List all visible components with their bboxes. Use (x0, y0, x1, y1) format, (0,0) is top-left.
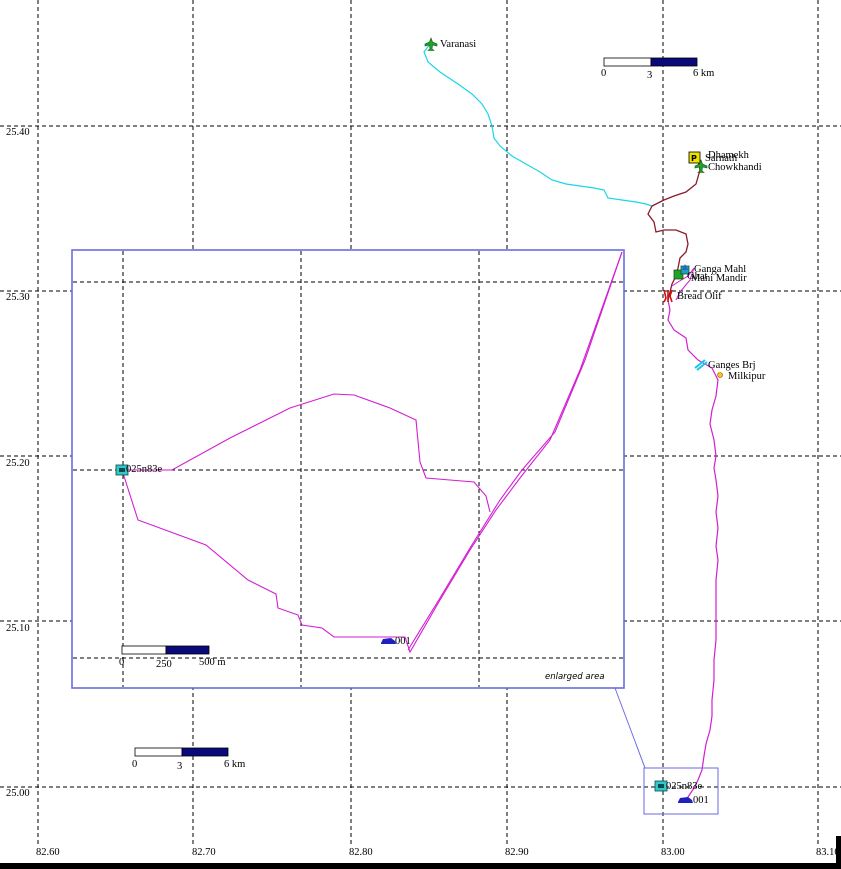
lon-label: 82.70 (192, 847, 216, 858)
inset-connector (614, 687, 646, 769)
place-bread-olif[interactable]: Bread Olif (663, 289, 722, 303)
svg-text:3: 3 (647, 70, 652, 81)
svg-text:P: P (691, 154, 697, 163)
lat-label: 25.10 (6, 623, 30, 634)
place-label: Varanasi (440, 39, 476, 50)
inset-enlarged-area[interactable]: 025n83e 001 0 250 500 m enlarged area (71, 249, 625, 689)
place-label: Bread Olif (677, 291, 722, 302)
svg-text:250: 250 (156, 659, 172, 670)
vehicle-001[interactable]: 001 (678, 795, 709, 806)
map-canvas[interactable]: 25.40 25.30 25.20 25.10 25.00 82.60 82.7… (0, 0, 841, 869)
place-label: 001 (693, 795, 709, 806)
inset-waypoint[interactable]: 025n83e (115, 464, 163, 476)
place-ganga-mahl[interactable]: Ganga Mahl Ghat Mani Mandir (673, 264, 747, 284)
place-label: Milkipur (728, 371, 766, 382)
car-icon (678, 797, 693, 803)
svg-text:0: 0 (601, 68, 606, 79)
place-label: Mani Mandir (691, 273, 747, 284)
svg-text:500 m: 500 m (199, 657, 226, 668)
lon-label: 82.80 (349, 847, 373, 858)
svg-text:0: 0 (132, 759, 137, 770)
svg-text:6 km: 6 km (224, 759, 245, 770)
lat-label: 25.20 (6, 458, 30, 469)
lon-label: 82.90 (505, 847, 529, 858)
map-view[interactable]: 25.40 25.30 25.20 25.10 25.00 82.60 82.7… (0, 0, 841, 869)
lat-label: 25.30 (6, 292, 30, 303)
scale-bar-main: 0 3 6 km (132, 747, 245, 772)
place-label: 025n83e (126, 464, 163, 475)
lon-label: 82.60 (36, 847, 60, 858)
scale-bar-top: 0 3 6 km (601, 57, 714, 81)
place-label: Chowkhandi (708, 162, 762, 173)
longitude-labels: 82.60 82.70 82.80 82.90 83.00 83.10 (36, 847, 840, 858)
svg-text:3: 3 (177, 761, 182, 772)
place-label: 001 (395, 636, 411, 647)
latitude-labels: 25.40 25.30 25.20 25.10 25.00 (6, 127, 30, 799)
place-varanasi[interactable]: Varanasi (424, 37, 476, 51)
place-ganges-bridge[interactable]: Ganges Brj (694, 359, 756, 371)
gps-track (667, 299, 719, 801)
river-line (423, 43, 653, 207)
lon-label: 83.00 (661, 847, 685, 858)
village-dot-icon (717, 372, 723, 378)
svg-text:6 km: 6 km (693, 68, 714, 79)
lat-label: 25.40 (6, 127, 30, 138)
svg-text:0: 0 (119, 657, 124, 668)
bottom-status-strip (0, 863, 841, 869)
place-milkipur[interactable]: Milkipur (717, 371, 766, 382)
right-border-strip (836, 836, 841, 869)
place-label: Ganges Brj (708, 360, 756, 371)
place-label: 025n83e (666, 781, 703, 792)
restaurant-icon (663, 289, 673, 303)
waypoint-025n83e[interactable]: 025n83e (654, 780, 703, 792)
inset-caption: enlarged area (545, 672, 605, 682)
lat-label: 25.00 (6, 788, 30, 799)
